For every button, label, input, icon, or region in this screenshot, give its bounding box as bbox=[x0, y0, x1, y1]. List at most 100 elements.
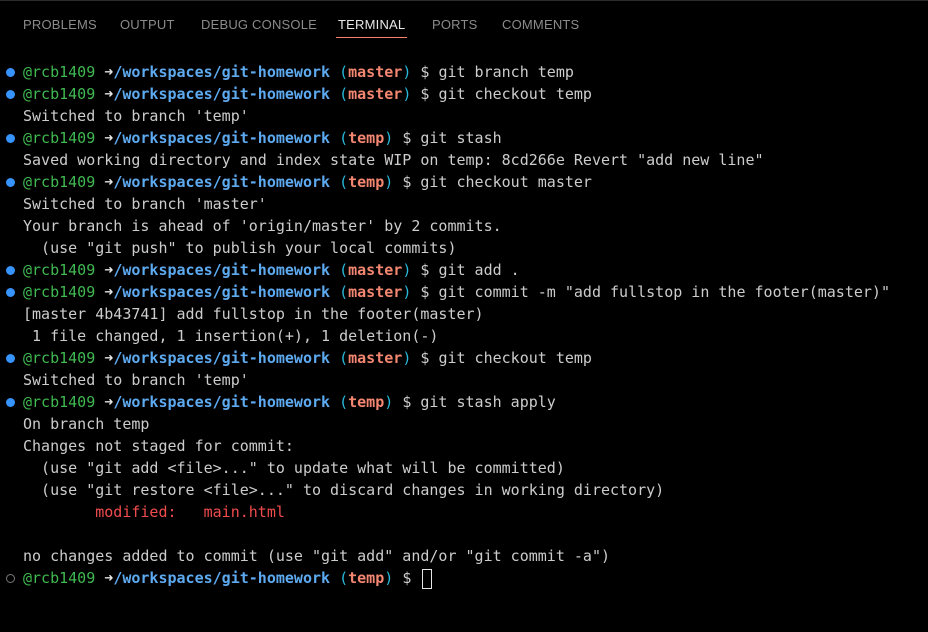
prompt-line: @rcb1409 ➜/workspaces/git-homework (temp… bbox=[0, 127, 928, 149]
prompt-path: /workspaces/git-homework bbox=[113, 569, 331, 587]
paren: ) bbox=[384, 569, 394, 587]
prompt-path: /workspaces/git-homework bbox=[113, 129, 331, 147]
command-status-dot-icon bbox=[6, 354, 15, 363]
paren: ( bbox=[339, 283, 349, 301]
paren: ( bbox=[339, 569, 349, 587]
prompt-user: @rcb1409 bbox=[23, 283, 96, 301]
terminal[interactable]: @rcb1409 ➜/workspaces/git-homework (mast… bbox=[0, 61, 928, 589]
prompt-line: @rcb1409 ➜/workspaces/git-homework (mast… bbox=[0, 61, 928, 83]
paren: ( bbox=[339, 129, 349, 147]
paren: ) bbox=[402, 349, 412, 367]
prompt-dollar: $ bbox=[420, 85, 430, 103]
command-status-dot-icon bbox=[6, 574, 15, 583]
prompt-line: @rcb1409 ➜/workspaces/git-homework (mast… bbox=[0, 83, 928, 105]
command-status-dot-icon bbox=[6, 266, 15, 275]
git-branch: temp bbox=[348, 173, 385, 191]
output-text: 1 file changed, 1 insertion(+), 1 deleti… bbox=[23, 327, 439, 345]
prompt-dollar: $ bbox=[402, 569, 412, 587]
arrow-icon: ➜ bbox=[104, 393, 114, 411]
prompt-path: /workspaces/git-homework bbox=[113, 349, 331, 367]
output-text: modified: main.html bbox=[23, 503, 285, 521]
prompt-dollar: $ bbox=[402, 393, 412, 411]
prompt-user: @rcb1409 bbox=[23, 129, 96, 147]
output-text: no changes added to commit (use "git add… bbox=[23, 547, 610, 565]
paren: ) bbox=[384, 393, 394, 411]
arrow-icon: ➜ bbox=[104, 63, 114, 81]
arrow-icon: ➜ bbox=[104, 173, 114, 191]
arrow-icon: ➜ bbox=[104, 349, 114, 367]
output-line: (use "git restore <file>..." to discard … bbox=[0, 479, 928, 501]
output-text: Changes not staged for commit: bbox=[23, 437, 294, 455]
output-line: Switched to branch 'temp' bbox=[0, 369, 928, 391]
prompt-user: @rcb1409 bbox=[23, 63, 96, 81]
git-branch: master bbox=[348, 261, 403, 279]
prompt-dollar: $ bbox=[420, 63, 430, 81]
tab-problems[interactable]: PROBLEMS bbox=[23, 17, 97, 32]
output-text: [master 4b43741] add fullstop in the foo… bbox=[23, 305, 484, 323]
output-line: (use "git add <file>..." to update what … bbox=[0, 457, 928, 479]
prompt-path: /workspaces/git-homework bbox=[113, 393, 331, 411]
prompt-dollar: $ bbox=[402, 173, 412, 191]
output-line: (use "git push" to publish your local co… bbox=[0, 237, 928, 259]
command-text: git checkout temp bbox=[438, 85, 592, 103]
modified-file-line: modified: main.html bbox=[0, 501, 928, 523]
prompt-user: @rcb1409 bbox=[23, 85, 96, 103]
git-branch: master bbox=[348, 283, 403, 301]
panel-tabs: PROBLEMS OUTPUT DEBUG CONSOLE TERMINAL PORTS… bbox=[0, 0, 928, 49]
prompt-line: @rcb1409 ➜/workspaces/git-homework (temp… bbox=[0, 567, 928, 589]
command-text: git checkout temp bbox=[438, 349, 592, 367]
command-status-dot-icon bbox=[6, 398, 15, 407]
tab-terminal[interactable]: TERMINAL bbox=[335, 17, 408, 38]
git-branch: temp bbox=[348, 569, 385, 587]
output-text: Switched to branch 'temp' bbox=[23, 107, 249, 125]
command-text: git stash apply bbox=[420, 393, 556, 411]
output-line: Saved working directory and index state … bbox=[0, 149, 928, 171]
output-line: Your branch is ahead of 'origin/master' … bbox=[0, 215, 928, 237]
arrow-icon: ➜ bbox=[104, 569, 114, 587]
command-status-dot-icon bbox=[6, 90, 15, 99]
output-text: On branch temp bbox=[23, 415, 150, 433]
output-line: Switched to branch 'master' bbox=[0, 193, 928, 215]
prompt-user: @rcb1409 bbox=[23, 349, 96, 367]
command-text: git branch temp bbox=[438, 63, 574, 81]
prompt-user: @rcb1409 bbox=[23, 173, 96, 191]
git-branch: master bbox=[348, 349, 403, 367]
prompt-dollar: $ bbox=[420, 261, 430, 279]
prompt-user: @rcb1409 bbox=[23, 393, 96, 411]
prompt-user: @rcb1409 bbox=[23, 261, 96, 279]
command-status-dot-icon bbox=[6, 178, 15, 187]
prompt-dollar: $ bbox=[402, 129, 412, 147]
output-line: On branch temp bbox=[0, 413, 928, 435]
tab-output[interactable]: OUTPUT bbox=[120, 17, 175, 32]
terminal-cursor[interactable] bbox=[422, 568, 433, 589]
prompt-dollar: $ bbox=[420, 349, 430, 367]
output-line: Changes not staged for commit: bbox=[0, 435, 928, 457]
arrow-icon: ➜ bbox=[104, 283, 114, 301]
prompt-line: @rcb1409 ➜/workspaces/git-homework (temp… bbox=[0, 171, 928, 193]
output-line: 1 file changed, 1 insertion(+), 1 deleti… bbox=[0, 325, 928, 347]
prompt-path: /workspaces/git-homework bbox=[113, 63, 331, 81]
command-text: git add . bbox=[438, 261, 520, 279]
tab-comments[interactable]: COMMENTS bbox=[502, 17, 579, 32]
paren: ) bbox=[384, 173, 394, 191]
paren: ( bbox=[339, 261, 349, 279]
arrow-icon: ➜ bbox=[104, 129, 114, 147]
paren: ( bbox=[339, 393, 349, 411]
git-branch: master bbox=[348, 63, 403, 81]
arrow-icon: ➜ bbox=[104, 261, 114, 279]
tab-debug-console[interactable]: DEBUG CONSOLE bbox=[201, 17, 317, 32]
output-line: [master 4b43741] add fullstop in the foo… bbox=[0, 303, 928, 325]
command-status-dot-icon bbox=[6, 68, 15, 77]
prompt-line: @rcb1409 ➜/workspaces/git-homework (temp… bbox=[0, 391, 928, 413]
paren: ) bbox=[402, 63, 412, 81]
output-text: (use "git restore <file>..." to discard … bbox=[23, 481, 665, 499]
command-text: git checkout master bbox=[420, 173, 592, 191]
prompt-dollar: $ bbox=[420, 283, 430, 301]
command-text: git commit -m "add fullstop in the foote… bbox=[438, 283, 890, 301]
prompt-path: /workspaces/git-homework bbox=[113, 85, 331, 103]
tab-ports[interactable]: PORTS bbox=[432, 17, 478, 32]
prompt-path: /workspaces/git-homework bbox=[113, 261, 331, 279]
paren: ( bbox=[339, 349, 349, 367]
output-line: Switched to branch 'temp' bbox=[0, 105, 928, 127]
